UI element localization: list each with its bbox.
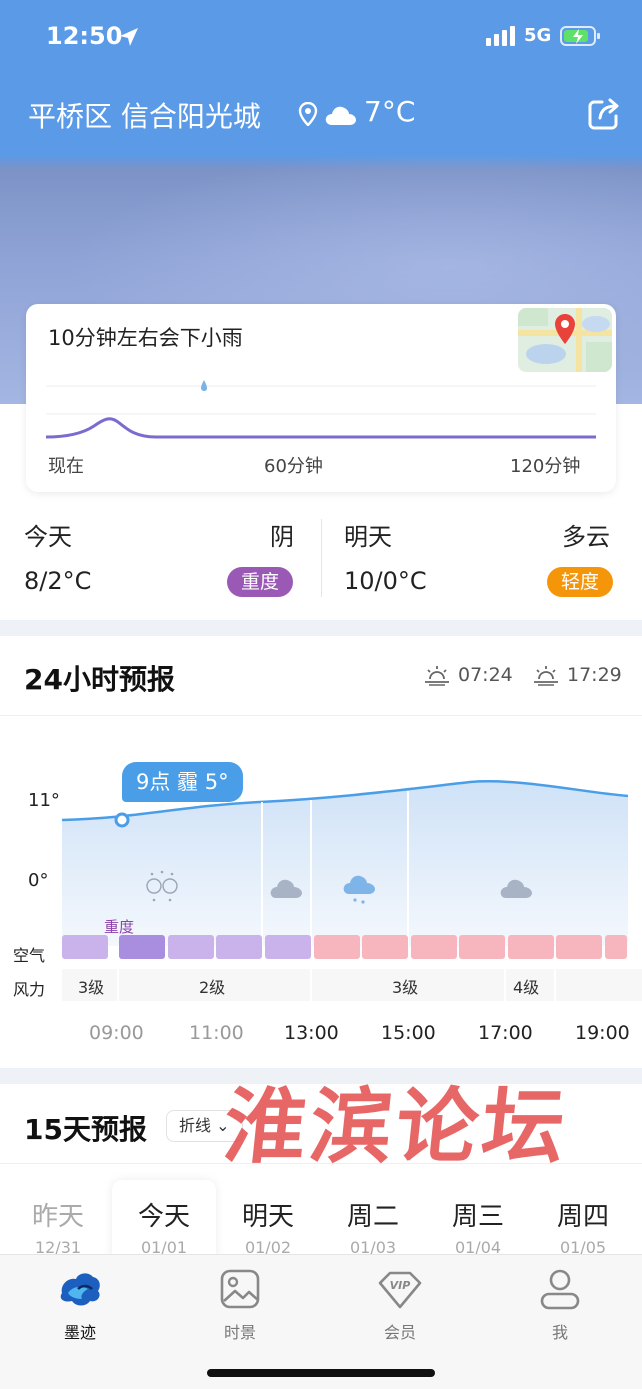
image-icon: [220, 1269, 260, 1309]
vip-icon: VIP: [378, 1271, 422, 1309]
tomorrow-temperature: 10/0°C: [344, 567, 427, 595]
moji-logo-icon: [60, 1273, 100, 1306]
cloud-icon: [325, 106, 356, 125]
sunset-time: 17:29: [567, 664, 622, 686]
tab-label: 墨迹: [63, 1323, 96, 1342]
daily-summary: 今天 阴 8/2°C 重度 明天 多云 10/0°C 轻度: [0, 505, 642, 620]
location-pin-icon: [298, 102, 318, 126]
share-icon[interactable]: [586, 96, 622, 132]
temperature-area: [62, 781, 628, 946]
rain-drop-icon: [201, 380, 207, 391]
air-quality-segment: [62, 935, 108, 959]
wind-level: 3级: [392, 978, 419, 997]
hour-label: 19:00: [575, 1022, 630, 1044]
day-name[interactable]: 昨天: [6, 1196, 110, 1233]
location-arrow-icon: [120, 28, 138, 46]
current-temperature: 7°C: [364, 95, 416, 128]
battery-charging-icon: [560, 26, 600, 46]
tomorrow-condition: 多云: [562, 523, 610, 551]
hour-label: 09:00: [89, 1022, 144, 1044]
hour-label: 11:00: [189, 1022, 244, 1044]
precipitation-title: 10分钟左右会下小雨: [48, 326, 243, 350]
today-label: 今天: [24, 523, 72, 551]
tab-label: 时景: [223, 1323, 256, 1342]
hourly-forecast-title: 24小时预报: [24, 663, 175, 696]
rain-axis-120: 120分钟: [510, 456, 581, 477]
location-header: 平桥区 信合阳光城 7°C: [0, 90, 642, 140]
tab-label: 我: [551, 1323, 568, 1342]
home-indicator: [207, 1369, 435, 1377]
wind-level: 2级: [199, 978, 226, 997]
day-name[interactable]: 周三: [426, 1196, 530, 1233]
y-label-high: 11°: [28, 790, 60, 811]
tomorrow-label: 明天: [344, 523, 392, 551]
today-aqi-badge[interactable]: 重度: [227, 567, 294, 597]
tab-moji[interactable]: 墨迹: [30, 1267, 130, 1343]
air-quality-segment: [508, 935, 554, 959]
air-quality-segment: [314, 935, 360, 959]
day-name[interactable]: 周四: [531, 1196, 635, 1233]
hour-label: 15:00: [381, 1022, 436, 1044]
sunrise-time: 07:24: [458, 664, 513, 686]
day-name[interactable]: 明天: [216, 1196, 320, 1233]
rain-axis-now: 现在: [48, 456, 84, 477]
forum-watermark: 淮滨论坛: [219, 1079, 574, 1175]
today-temperature: 8/2°C: [24, 567, 92, 595]
aqi-note: 重度: [104, 918, 134, 936]
air-quality-segment: [605, 935, 627, 959]
hourly-forecast-card: 24小时预报 07:24 17:29 重度 11° 0° 9点 霾 5° 空气 …: [0, 636, 642, 1068]
y-label-low: 0°: [28, 870, 49, 891]
divider: [0, 715, 642, 716]
summary-divider: [321, 519, 322, 597]
profile-icon: [540, 1269, 580, 1310]
precipitation-curve: [46, 417, 596, 439]
tab-bar: 墨迹 时景 VIP 会员 我: [0, 1254, 642, 1389]
svg-text:VIP: VIP: [390, 1279, 411, 1292]
tomorrow-aqi-badge[interactable]: 轻度: [547, 567, 614, 597]
air-quality-segment: [362, 935, 408, 959]
air-quality-row: [62, 935, 627, 959]
today-condition: 阴: [270, 523, 294, 551]
precipitation-chart: [46, 380, 596, 439]
rain-axis-60: 60分钟: [264, 456, 323, 477]
air-quality-segment: [216, 935, 262, 959]
signal-icon: [486, 26, 515, 46]
network-type: 5G: [524, 25, 552, 46]
sunrise-icon: [425, 666, 449, 686]
wind-level: 4级: [513, 978, 540, 997]
hour-label: 17:00: [478, 1022, 533, 1044]
air-quality-segment: [119, 935, 165, 959]
selected-point: [114, 812, 130, 828]
location-name[interactable]: 平桥区 信合阳光城: [28, 95, 261, 135]
tab-scenes[interactable]: 时景: [190, 1267, 290, 1343]
chart-style-label: 折线: [179, 1116, 212, 1135]
air-quality-segment: [459, 935, 505, 959]
day-name[interactable]: 周二: [321, 1196, 425, 1233]
selected-hour-tooltip: 9点 霾 5°: [122, 762, 243, 802]
air-quality-segment: [168, 935, 214, 959]
daily-forecast-title: 15天预报: [24, 1113, 147, 1146]
tab-profile[interactable]: 我: [510, 1267, 610, 1343]
sunset-icon: [534, 666, 558, 686]
precipitation-card[interactable]: 10分钟左右会下小雨 现在 60分钟 120分钟: [26, 304, 616, 492]
air-quality-segment: [556, 935, 602, 959]
tab-vip[interactable]: VIP 会员: [350, 1267, 450, 1343]
hour-label: 13:00: [284, 1022, 339, 1044]
wind-row-label: 风力: [13, 980, 46, 999]
wind-level: 3级: [78, 978, 105, 997]
status-bar: 12:50 5G: [0, 0, 642, 72]
day-name[interactable]: 今天: [112, 1196, 216, 1233]
rain-map-thumbnail[interactable]: [518, 308, 612, 372]
air-row-label: 空气: [13, 946, 46, 965]
status-time: 12:50: [46, 22, 123, 50]
air-quality-segment: [411, 935, 457, 959]
air-quality-segment: [265, 935, 311, 959]
tab-label: 会员: [383, 1323, 416, 1342]
